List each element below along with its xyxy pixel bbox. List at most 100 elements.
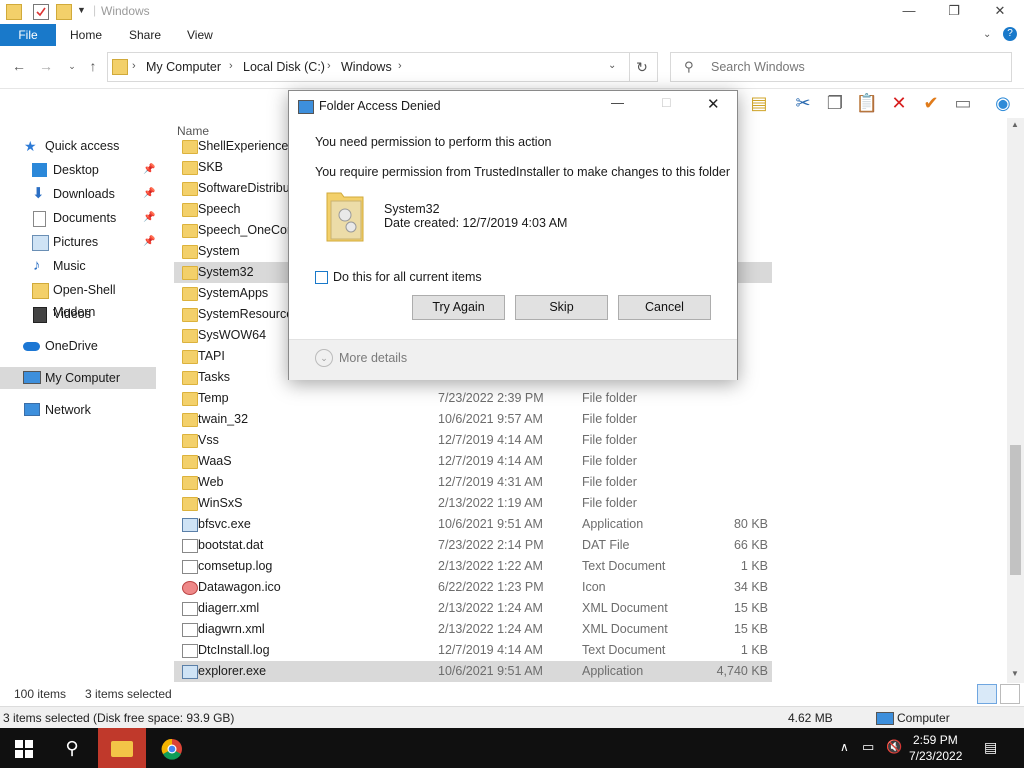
table-row[interactable]: DtcInstall.log 12/7/2019 4:14 AM Text Docu… bbox=[174, 640, 772, 661]
paste-icon[interactable]: 📋 bbox=[854, 90, 880, 116]
file-name: Speech bbox=[198, 202, 241, 216]
pin-icon: 📌 bbox=[143, 212, 156, 223]
large-icons-view-icon[interactable] bbox=[1000, 684, 1020, 704]
tab-file[interactable]: File bbox=[0, 24, 56, 46]
table-row[interactable]: diagwrn.xml 2/13/2022 1:24 AM XML Document… bbox=[174, 619, 772, 640]
nav-item-network[interactable]: Network bbox=[0, 399, 156, 421]
address-bar[interactable]: › My Computer › Local Disk (C:) › Window… bbox=[107, 52, 630, 82]
crumb-separator-icon[interactable]: › bbox=[398, 60, 402, 72]
file-size: 66 KB bbox=[733, 538, 768, 552]
table-row[interactable]: Vss 12/7/2019 4:14 AM File folder bbox=[174, 430, 772, 451]
check-icon[interactable]: ✔ bbox=[918, 90, 944, 116]
nav-item-downloads[interactable]: ⬇ Downloads 📌 bbox=[0, 183, 156, 205]
expand-chevron-icon[interactable]: ⌄ bbox=[315, 349, 333, 367]
details-view-icon[interactable] bbox=[977, 684, 997, 704]
apply-all-label[interactable]: Do this for all current items bbox=[333, 270, 482, 284]
notification-monitor-icon[interactable]: ▭ bbox=[862, 739, 874, 755]
tab-share[interactable]: Share bbox=[129, 24, 161, 46]
star-icon: ★ bbox=[24, 138, 37, 154]
dialog-close-button[interactable]: ✕ bbox=[707, 95, 720, 113]
action-center-icon[interactable]: ▤ bbox=[984, 739, 997, 756]
delete-icon[interactable]: ✕ bbox=[886, 90, 912, 116]
crumb-separator-icon[interactable]: › bbox=[327, 60, 331, 72]
clock-date[interactable]: 7/23/2022 bbox=[909, 749, 962, 763]
tab-view[interactable]: View bbox=[187, 24, 213, 46]
crumb-separator-icon[interactable]: › bbox=[229, 60, 233, 72]
table-row[interactable]: Datawagon.ico 6/22/2022 1:23 PM Icon 34 KB bbox=[174, 577, 772, 598]
table-row[interactable]: explorer.exe 10/6/2021 9:51 AM Application… bbox=[174, 661, 772, 682]
recent-locations-chevron-icon[interactable]: ⌄ bbox=[63, 61, 81, 72]
try-again-button[interactable]: Try Again bbox=[412, 295, 505, 320]
file-type: File folder bbox=[582, 454, 637, 468]
nav-item-onedrive[interactable]: OneDrive bbox=[0, 335, 156, 357]
file-type: File folder bbox=[582, 433, 637, 447]
file-explorer-icon[interactable] bbox=[98, 728, 146, 768]
file-size: 34 KB bbox=[733, 580, 768, 594]
apply-all-checkbox[interactable] bbox=[315, 271, 328, 284]
table-row[interactable]: Web 12/7/2019 4:31 AM File folder bbox=[174, 472, 772, 493]
scroll-up-arrow-icon[interactable]: ▲ bbox=[1011, 120, 1019, 129]
cancel-button[interactable]: Cancel bbox=[618, 295, 711, 320]
properties-icon[interactable] bbox=[33, 4, 49, 20]
address-history-chevron-icon[interactable]: ⌄ bbox=[608, 60, 616, 71]
scroll-down-arrow-icon[interactable]: ▼ bbox=[1011, 669, 1019, 678]
nav-item-pictures[interactable]: Pictures 📌 bbox=[0, 231, 156, 253]
windows-start-icon[interactable] bbox=[0, 728, 48, 768]
search-input[interactable]: ⚲ Search Windows bbox=[670, 52, 1012, 82]
globe-icon[interactable]: ◉ bbox=[990, 90, 1016, 116]
file-type: File folder bbox=[582, 496, 637, 510]
table-row[interactable]: twain_32 10/6/2021 9:57 AM File folder bbox=[174, 409, 772, 430]
search-icon[interactable]: ⚲ bbox=[48, 728, 96, 768]
crumb-my-computer[interactable]: My Computer bbox=[146, 60, 221, 74]
window-title: Windows bbox=[101, 4, 150, 18]
table-row[interactable]: WinSxS 2/13/2022 1:19 AM File folder bbox=[174, 493, 772, 514]
show-hidden-icons-chevron-icon[interactable]: ∧ bbox=[840, 740, 849, 754]
nav-item-my-computer[interactable]: My Computer bbox=[0, 367, 156, 389]
clock-time[interactable]: 2:59 PM bbox=[913, 733, 958, 747]
close-button[interactable]: ✕ bbox=[977, 0, 1023, 24]
folder-icon bbox=[182, 329, 198, 343]
forward-arrow-icon[interactable]: → bbox=[37, 58, 55, 74]
maximize-button[interactable]: ❐ bbox=[931, 0, 977, 24]
new-folder-icon[interactable] bbox=[56, 4, 72, 20]
nav-item-music[interactable]: ♪ Music bbox=[0, 255, 156, 277]
cut-icon[interactable]: ✂ bbox=[790, 90, 816, 116]
copy-icon[interactable]: ❐ bbox=[822, 90, 848, 116]
table-row[interactable]: diagerr.xml 2/13/2022 1:24 AM XML Document… bbox=[174, 598, 772, 619]
customize-qat-chevron-icon[interactable]: ▼ bbox=[77, 5, 86, 15]
minimize-button[interactable]: — bbox=[886, 0, 932, 24]
table-row[interactable]: bootstat.dat 7/23/2022 2:14 PM DAT File 66 … bbox=[174, 535, 772, 556]
crumb-separator-icon[interactable]: › bbox=[132, 60, 136, 72]
nav-item-desktop[interactable]: Desktop 📌 bbox=[0, 159, 156, 181]
table-row[interactable]: Temp 7/23/2022 2:39 PM File folder bbox=[174, 388, 772, 409]
more-details-link[interactable]: More details bbox=[339, 351, 407, 365]
table-row[interactable]: comsetup.log 2/13/2022 1:22 AM Text Docume… bbox=[174, 556, 772, 577]
crumb-windows[interactable]: Windows bbox=[341, 60, 392, 74]
table-row[interactable]: WaaS 12/7/2019 4:14 AM File folder bbox=[174, 451, 772, 472]
skip-button[interactable]: Skip bbox=[515, 295, 608, 320]
navigation-pane: ★ Quick access Desktop 📌 ⬇ Downloads 📌 D… bbox=[0, 118, 172, 683]
refresh-button[interactable]: ↻ bbox=[627, 52, 658, 82]
new-folder-icon[interactable]: ▤ bbox=[746, 90, 772, 116]
crumb-local-disk[interactable]: Local Disk (C:) bbox=[243, 60, 325, 74]
nav-item-documents[interactable]: Documents 📌 bbox=[0, 207, 156, 229]
scrollbar-thumb[interactable] bbox=[1010, 445, 1021, 575]
up-arrow-icon[interactable]: ↑ bbox=[84, 58, 102, 74]
ribbon-expand-chevron-icon[interactable]: ⌄ bbox=[983, 29, 991, 40]
back-arrow-icon[interactable]: ← bbox=[10, 58, 28, 74]
pin-icon: 📌 bbox=[143, 236, 156, 247]
file-date: 10/6/2021 9:57 AM bbox=[438, 412, 543, 426]
table-row[interactable]: bfsvc.exe 10/6/2021 9:51 AM Application 80 … bbox=[174, 514, 772, 535]
nav-item-videos[interactable]: Videos bbox=[0, 303, 156, 325]
nav-item-open-shell-modern[interactable]: Open-Shell Modern bbox=[0, 279, 156, 319]
selection-location: Computer bbox=[897, 711, 950, 725]
vertical-scrollbar[interactable] bbox=[1007, 118, 1024, 683]
help-icon[interactable]: ? bbox=[1003, 27, 1017, 41]
chrome-icon[interactable] bbox=[148, 728, 196, 768]
rename-icon[interactable]: ▭ bbox=[950, 90, 976, 116]
tab-home[interactable]: Home bbox=[70, 24, 102, 46]
nav-item-quick-access[interactable]: ★ Quick access bbox=[0, 135, 156, 157]
speaker-muted-icon[interactable]: 🔇 bbox=[886, 739, 902, 755]
file-icon bbox=[182, 539, 198, 553]
dialog-minimize-button[interactable]: — bbox=[611, 95, 624, 110]
